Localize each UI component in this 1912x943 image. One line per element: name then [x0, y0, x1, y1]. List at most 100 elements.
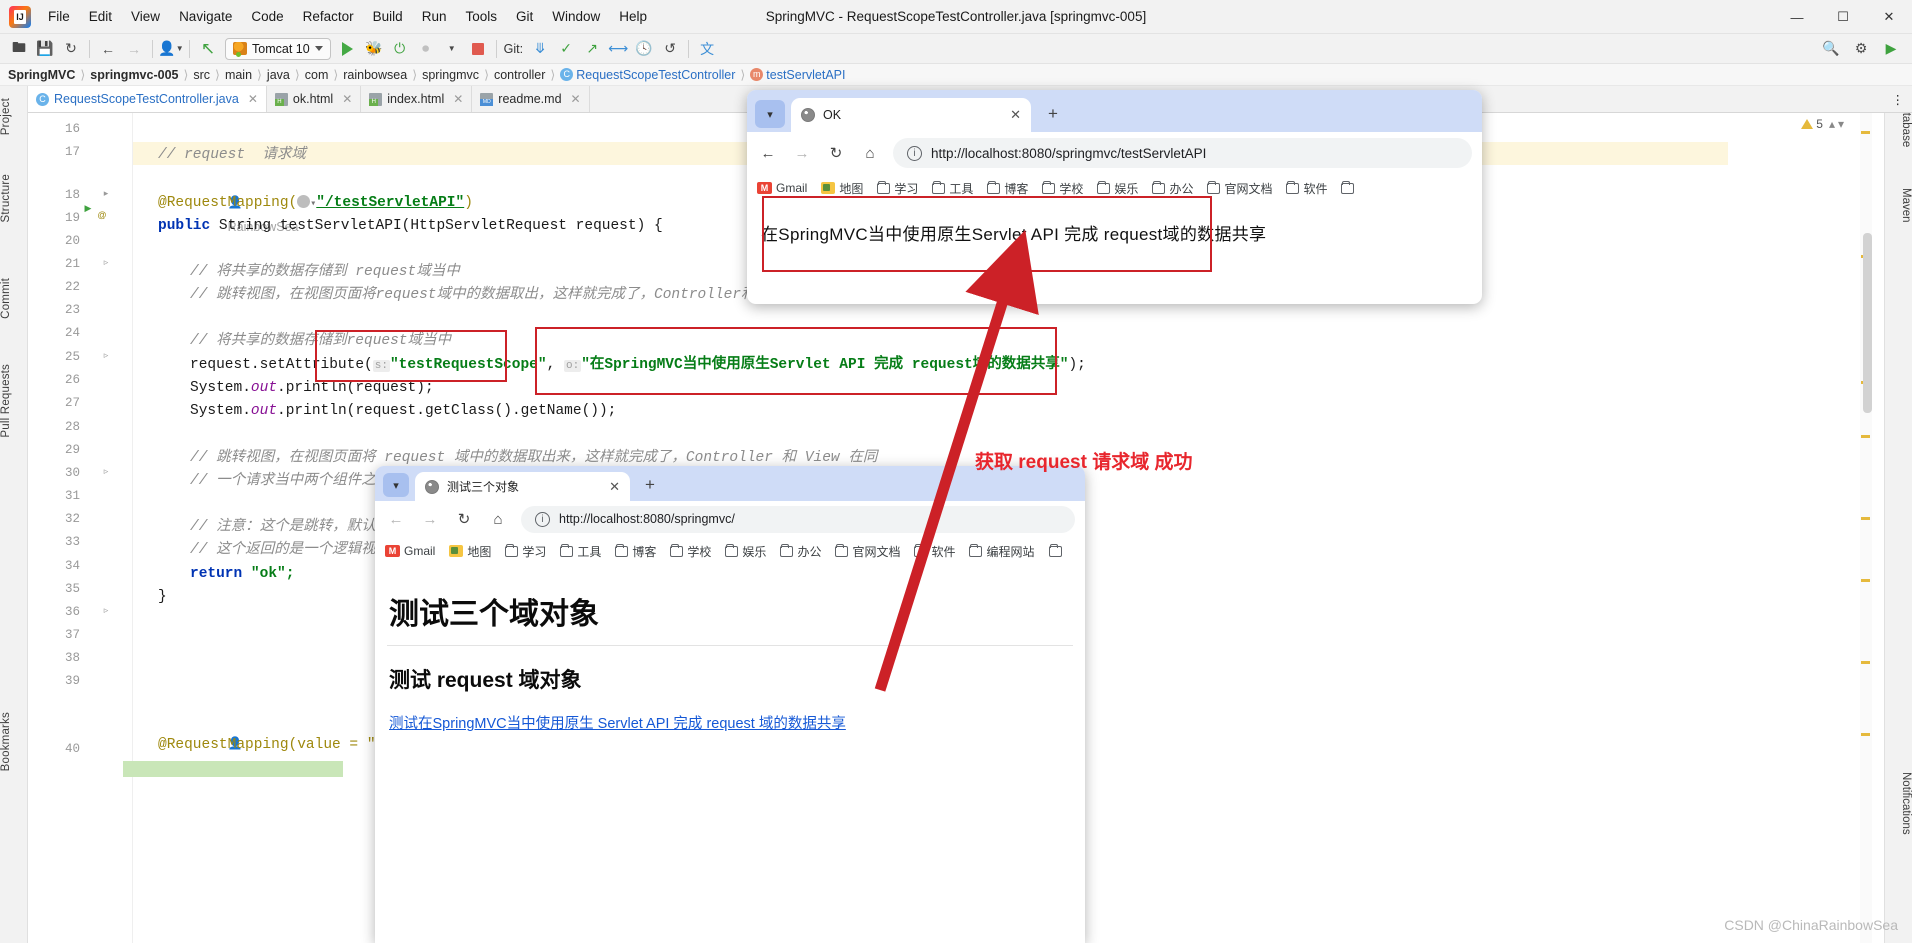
chevron-up-icon[interactable]: ▴ — [1829, 117, 1835, 131]
info-icon[interactable]: i — [535, 511, 550, 527]
breadcrumb-rainbowsea[interactable]: rainbowsea — [343, 68, 407, 82]
save-icon[interactable]: 💾 — [32, 37, 58, 61]
bookmark-official-docs[interactable]: 官网文档 — [1207, 180, 1272, 197]
warning-marker[interactable] — [1861, 579, 1870, 582]
close-button[interactable]: ✕ — [1866, 0, 1912, 34]
menu-git[interactable]: Git — [507, 5, 542, 28]
chevron-down-icon[interactable]: ▾ — [1838, 117, 1844, 131]
browser-tab-index[interactable]: 测试三个对象 ✕ — [415, 472, 630, 501]
bookmark-tools[interactable]: 工具 — [932, 180, 973, 197]
test-request-scope-link[interactable]: 测试在SpringMVC当中使用原生 Servlet API 完成 reques… — [381, 708, 1079, 737]
editor-gutter[interactable]: 16 17 18 19 20 21 22 23 24 25 26 27 28 2… — [28, 113, 133, 943]
open-folder-icon[interactable]: 🖿 — [6, 37, 32, 61]
run-coverage-icon[interactable]: ⏻ — [387, 37, 413, 61]
tab-request-scope-test-controller[interactable]: C RequestScopeTestController.java ✕ — [28, 86, 267, 112]
forward-icon[interactable]: → — [419, 508, 441, 530]
fold-icon[interactable]: ▸ — [100, 188, 112, 199]
fold-icon[interactable]: ▹ — [100, 466, 112, 477]
info-icon[interactable]: i — [907, 145, 922, 161]
warning-marker[interactable] — [1861, 131, 1870, 134]
editor-marker-bar[interactable] — [1860, 113, 1872, 943]
back-icon[interactable]: ← — [385, 508, 407, 530]
bookmark-software[interactable]: 软件 — [914, 543, 955, 560]
fold-icon[interactable]: ▹ — [100, 257, 112, 268]
debug-icon[interactable]: 🐝 — [361, 37, 387, 61]
sidebar-item-bookmarks[interactable]: Bookmarks — [0, 706, 28, 777]
translate-icon[interactable]: 文 — [694, 37, 720, 61]
editor-tab-overflow-menu[interactable]: ⋮ — [1884, 86, 1912, 112]
bookmark-study[interactable]: 学习 — [505, 543, 546, 560]
bookmark-school[interactable]: 学校 — [1042, 180, 1083, 197]
back-arrow-icon[interactable]: ← — [95, 37, 121, 61]
address-bar[interactable]: i http://localhost:8080/springmvc/testSe… — [893, 138, 1472, 168]
bookmark-software[interactable]: 软件 — [1286, 180, 1327, 197]
bookmark-extra[interactable] — [1341, 180, 1355, 194]
warning-marker[interactable] — [1861, 435, 1870, 438]
fold-icon[interactable]: ▹ — [100, 605, 112, 616]
forward-arrow-icon[interactable]: → — [121, 37, 147, 61]
run-configuration-selector[interactable]: Tomcat 10 — [225, 37, 331, 60]
git-branch-icon[interactable]: ⟷ — [605, 37, 631, 61]
breadcrumb-class[interactable]: RequestScopeTestController — [576, 68, 735, 82]
breadcrumb-java[interactable]: java — [267, 68, 290, 82]
git-rollback-icon[interactable]: ↺ — [657, 37, 683, 61]
browser-window-index[interactable]: ▾ 测试三个对象 ✕ + ← → ↻ ⌂ i http://localhost:… — [375, 466, 1085, 943]
menu-view[interactable]: View — [122, 5, 169, 28]
editor-scrollbar-thumb[interactable] — [1863, 233, 1872, 413]
web-globe-icon[interactable] — [297, 195, 311, 208]
gear-icon[interactable]: ⚙ — [1848, 37, 1874, 61]
update-project-icon[interactable]: ↖ — [195, 37, 221, 61]
bookmark-blog[interactable]: 博客 — [615, 543, 656, 560]
reload-icon[interactable]: ↻ — [453, 508, 475, 530]
menu-help[interactable]: Help — [610, 5, 656, 28]
git-history-icon[interactable]: 🕓 — [631, 37, 657, 61]
reload-icon[interactable]: ↻ — [825, 142, 847, 164]
git-update-icon[interactable]: ⤋ — [527, 37, 553, 61]
tab-index-html[interactable]: index.html ✕ — [361, 86, 473, 112]
bookmark-blog[interactable]: 博客 — [987, 180, 1028, 197]
home-icon[interactable]: ⌂ — [859, 142, 881, 164]
run-gutter-icon[interactable]: ▶ — [82, 203, 94, 214]
bookmark-maps[interactable]: 地图 — [821, 180, 863, 197]
bookmark-programming-site[interactable]: 编程网站 — [969, 543, 1035, 560]
close-icon[interactable]: ✕ — [453, 92, 463, 106]
bookmark-office[interactable]: 办公 — [1152, 180, 1193, 197]
menu-run[interactable]: Run — [413, 5, 456, 28]
menu-window[interactable]: Window — [543, 5, 609, 28]
tab-search-chevron-icon[interactable]: ▾ — [383, 473, 409, 497]
menu-file[interactable]: File — [39, 5, 79, 28]
run-green-icon[interactable]: ▶ — [1878, 37, 1904, 61]
close-icon[interactable]: ✕ — [571, 92, 581, 106]
bookmark-school[interactable]: 学校 — [670, 543, 711, 560]
sidebar-item-maven[interactable]: Maven — [1884, 182, 1912, 229]
sidebar-item-structure[interactable]: Structure — [0, 168, 28, 228]
sidebar-item-project[interactable]: Project — [0, 92, 28, 141]
warning-marker[interactable] — [1861, 733, 1870, 736]
breadcrumb-springmvc[interactable]: SpringMVC — [8, 68, 75, 82]
browser-tab-ok[interactable]: OK ✕ — [791, 98, 1031, 132]
breadcrumb-com[interactable]: com — [305, 68, 329, 82]
menu-refactor[interactable]: Refactor — [294, 5, 363, 28]
tab-search-chevron-icon[interactable]: ▾ — [755, 100, 785, 128]
stop-icon[interactable] — [465, 37, 491, 61]
tab-readme-md[interactable]: readme.md ✕ — [472, 86, 590, 112]
breadcrumb-method[interactable]: testServletAPI — [766, 68, 845, 82]
bookmark-entertainment[interactable]: 娱乐 — [1097, 180, 1138, 197]
new-tab-button[interactable]: + — [638, 473, 662, 497]
bookmark-office[interactable]: 办公 — [780, 543, 821, 560]
breadcrumb-springmvc-005[interactable]: springmvc-005 — [90, 68, 178, 82]
sidebar-item-notifications[interactable]: Notifications — [1884, 766, 1912, 841]
bookmark-official-docs[interactable]: 官网文档 — [835, 543, 900, 560]
menu-tools[interactable]: Tools — [456, 5, 506, 28]
menu-edit[interactable]: Edit — [80, 5, 121, 28]
fold-icon[interactable]: ▹ — [100, 350, 112, 361]
tab-ok-html[interactable]: ok.html ✕ — [267, 86, 362, 112]
sidebar-item-commit[interactable]: Commit — [0, 272, 28, 325]
menu-code[interactable]: Code — [242, 5, 292, 28]
git-push-icon[interactable]: ↗ — [579, 37, 605, 61]
close-icon[interactable]: ✕ — [609, 479, 620, 495]
profile-icon[interactable]: 👤 ▼ — [158, 37, 184, 61]
sync-icon[interactable]: ↻ — [58, 37, 84, 61]
menu-build[interactable]: Build — [364, 5, 412, 28]
breadcrumb-src[interactable]: src — [193, 68, 210, 82]
